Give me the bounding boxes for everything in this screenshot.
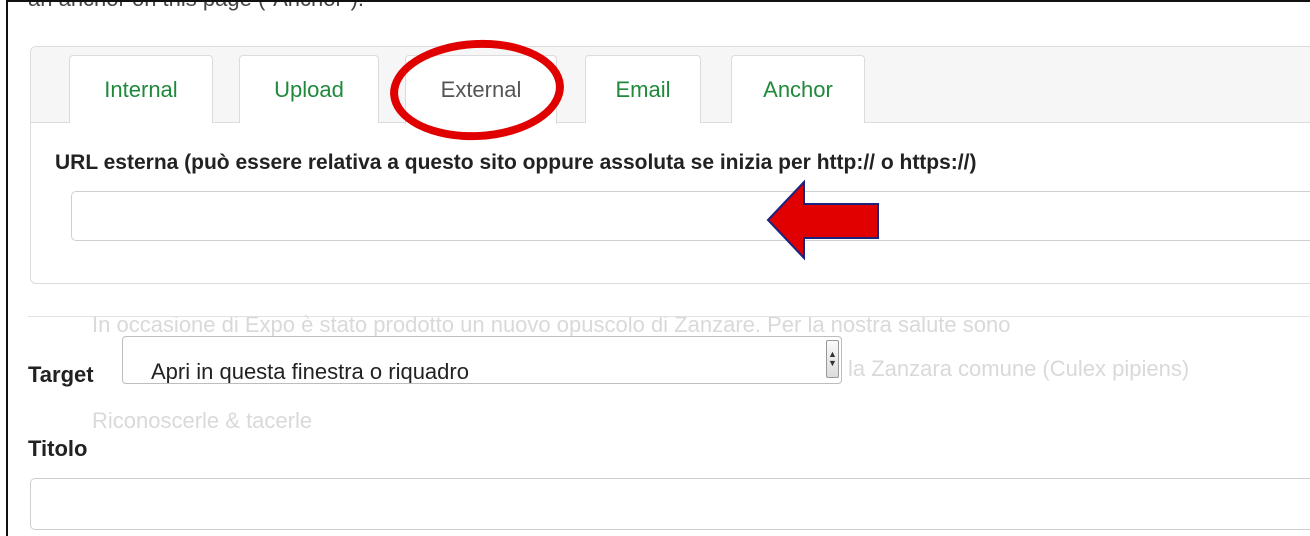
cut-off-instruction-text: an anchor on this page ("Anchor").: [28, 2, 364, 12]
external-url-label: URL esterna (può essere relativa a quest…: [55, 151, 977, 174]
target-selected-value: Apri in questa finestra o riquadro: [151, 359, 469, 384]
tab-internal[interactable]: Internal: [69, 55, 213, 123]
annotation-arrow-icon: [766, 179, 879, 261]
section-divider: [28, 316, 1310, 317]
link-type-panel: Internal Upload External Email Anchor UR…: [30, 46, 1310, 284]
target-label: Target: [28, 362, 94, 387]
background-text-line: Riconoscerle & tacerle: [92, 408, 313, 433]
tab-email[interactable]: Email: [585, 55, 701, 123]
titolo-label: Titolo: [28, 436, 88, 461]
background-text-line: la Zanzara comune (Culex pipiens): [848, 356, 1190, 381]
dialog-frame: an anchor on this page ("Anchor"). In oc…: [6, 0, 1310, 536]
select-arrows-icon[interactable]: ▲ ▼: [826, 340, 839, 378]
target-select[interactable]: Apri in questa finestra o riquadro ▲ ▼: [122, 336, 842, 384]
external-url-input[interactable]: [71, 191, 1310, 241]
tab-upload[interactable]: Upload: [239, 55, 379, 123]
tab-anchor[interactable]: Anchor: [731, 55, 865, 123]
tab-bar: Internal Upload External Email Anchor: [31, 47, 1310, 124]
titolo-input[interactable]: [30, 478, 1310, 530]
